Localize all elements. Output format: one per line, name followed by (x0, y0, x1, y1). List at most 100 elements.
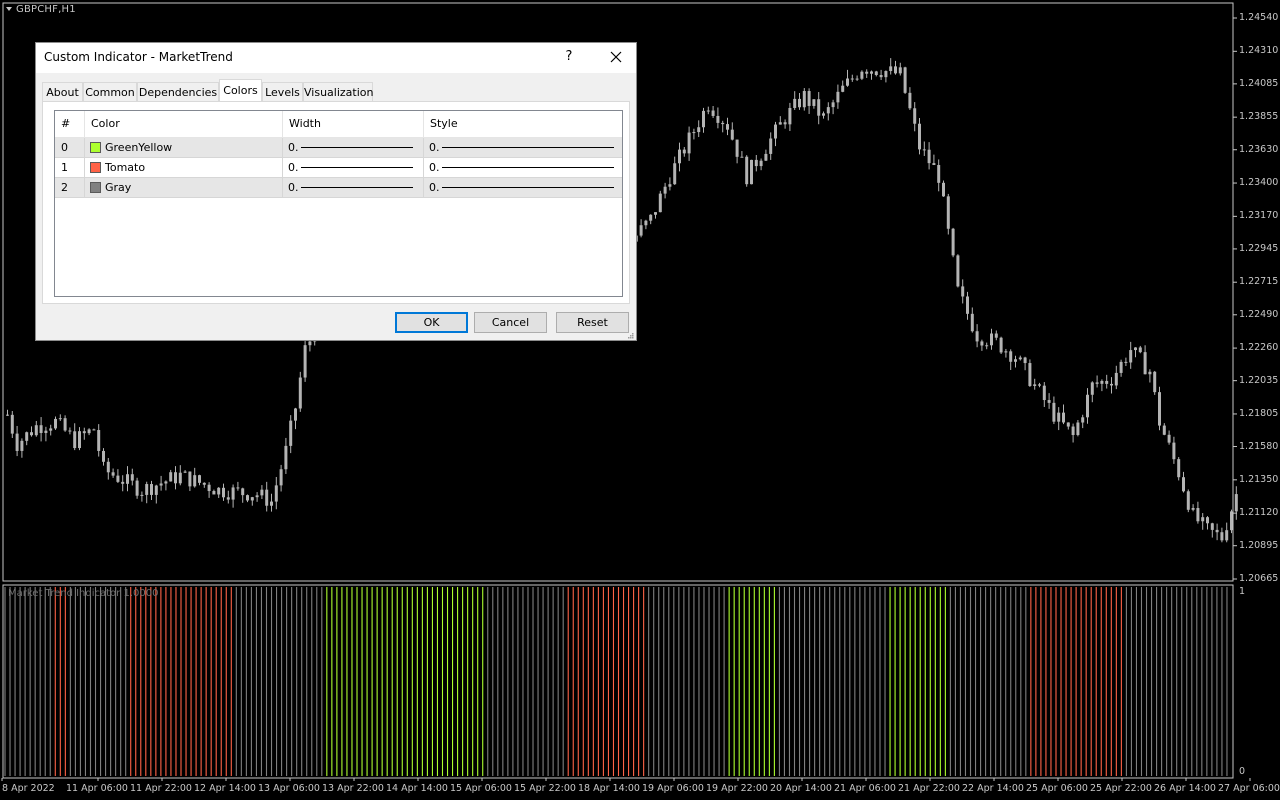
candle (10, 410, 14, 439)
time-tick-label: 11 Apr 22:00 (130, 783, 192, 794)
tab-levels[interactable]: Levels (262, 82, 303, 101)
style-value: 0. (429, 181, 440, 194)
candle (294, 407, 297, 430)
tab-colors[interactable]: Colors (219, 79, 262, 101)
candle (654, 212, 657, 219)
candle (759, 158, 763, 171)
time-tick-label: 19 Apr 06:00 (642, 783, 704, 794)
candle (1086, 388, 1089, 424)
column-header-width: Width (283, 111, 424, 137)
candle (1148, 369, 1152, 383)
candle (164, 480, 168, 491)
candle (822, 111, 825, 119)
column-header-color: Color (85, 111, 283, 137)
price-tick-label: 1.21350 (1239, 473, 1279, 485)
candle (87, 428, 91, 436)
price-tick-label: 1.20665 (1239, 573, 1279, 584)
candle (793, 91, 797, 110)
candle (1071, 423, 1075, 443)
reset-button[interactable]: Reset (556, 312, 629, 333)
cancel-button[interactable]: Cancel (474, 312, 547, 333)
candle (730, 122, 734, 141)
colors-table[interactable]: # Color Width Style 0 GreenYellow 0. 0. (54, 110, 623, 297)
candle (1124, 357, 1128, 367)
candle (274, 476, 278, 510)
chart-menu-triangle-icon[interactable] (6, 7, 12, 11)
candle (150, 480, 153, 500)
price-tick-label: 1.21580 (1239, 440, 1279, 452)
candle (44, 426, 48, 442)
candle (706, 106, 710, 115)
candle (159, 475, 163, 491)
candle (207, 482, 211, 498)
candle (226, 490, 230, 504)
candle (985, 342, 989, 350)
row-width-cell[interactable]: 0. (283, 178, 424, 198)
row-width-cell[interactable]: 0. (283, 138, 424, 158)
tab-about[interactable]: About (42, 82, 83, 101)
candle (913, 102, 917, 132)
close-icon[interactable] (606, 47, 626, 67)
row-color-cell[interactable]: GreenYellow (85, 138, 283, 158)
candle (735, 139, 739, 164)
tab-common[interactable]: Common (83, 82, 137, 101)
candle (97, 424, 101, 457)
candle (202, 482, 206, 488)
time-tick-label: 15 Apr 22:00 (514, 783, 576, 794)
width-line-preview (301, 167, 413, 168)
candle (1210, 522, 1214, 538)
candle (855, 75, 859, 81)
candle (769, 132, 773, 160)
style-line-preview (442, 167, 614, 168)
candle (1225, 522, 1229, 543)
help-button[interactable]: ? (562, 47, 576, 67)
candle (639, 219, 643, 238)
indicator-tick-label: 0 (1239, 766, 1246, 777)
candle (102, 448, 105, 466)
tab-dependencies[interactable]: Dependencies (137, 82, 219, 101)
candle (188, 471, 192, 492)
table-row[interactable]: 2 Gray 0. 0. (55, 178, 622, 198)
candle (54, 416, 57, 430)
candle (1038, 382, 1041, 388)
candle (658, 190, 662, 213)
candle (956, 254, 960, 288)
candle (889, 58, 893, 75)
tab-visualization[interactable]: Visualization (303, 82, 373, 101)
table-row[interactable]: 0 GreenYellow 0. 0. (55, 138, 622, 158)
candle (1014, 355, 1017, 368)
candle (260, 485, 264, 500)
style-line-preview (442, 147, 614, 148)
row-style-cell[interactable]: 0. (424, 178, 622, 198)
candle (78, 427, 81, 451)
table-row[interactable]: 1 Tomato 0. 0. (55, 158, 622, 178)
candle (130, 468, 134, 486)
candle (106, 457, 110, 480)
candle (140, 491, 144, 502)
candle (740, 151, 744, 158)
row-width-cell[interactable]: 0. (283, 158, 424, 178)
candle (1009, 349, 1013, 370)
width-value: 0. (288, 161, 299, 174)
candle (1186, 489, 1190, 513)
candle (298, 371, 302, 412)
row-color-cell[interactable]: Tomato (85, 158, 283, 178)
price-tick-label: 1.23630 (1239, 143, 1279, 155)
time-tick-label: 21 Apr 22:00 (898, 783, 960, 794)
dialog-titlebar[interactable]: Custom Indicator - MarketTrend ? (36, 43, 636, 73)
candle (774, 121, 777, 147)
candle (1105, 374, 1109, 389)
row-color-cell[interactable]: Gray (85, 178, 283, 198)
candle (1028, 359, 1032, 387)
width-value: 0. (288, 181, 299, 194)
ok-button[interactable]: OK (395, 312, 468, 333)
candle (975, 324, 979, 348)
row-style-cell[interactable]: 0. (424, 138, 622, 158)
resize-grip-icon[interactable] (626, 331, 634, 339)
custom-indicator-dialog: Custom Indicator - MarketTrend ? About C… (35, 42, 637, 341)
candle (687, 126, 691, 161)
candle (1182, 471, 1185, 493)
candle (865, 69, 869, 78)
candle (1167, 430, 1171, 445)
row-style-cell[interactable]: 0. (424, 158, 622, 178)
